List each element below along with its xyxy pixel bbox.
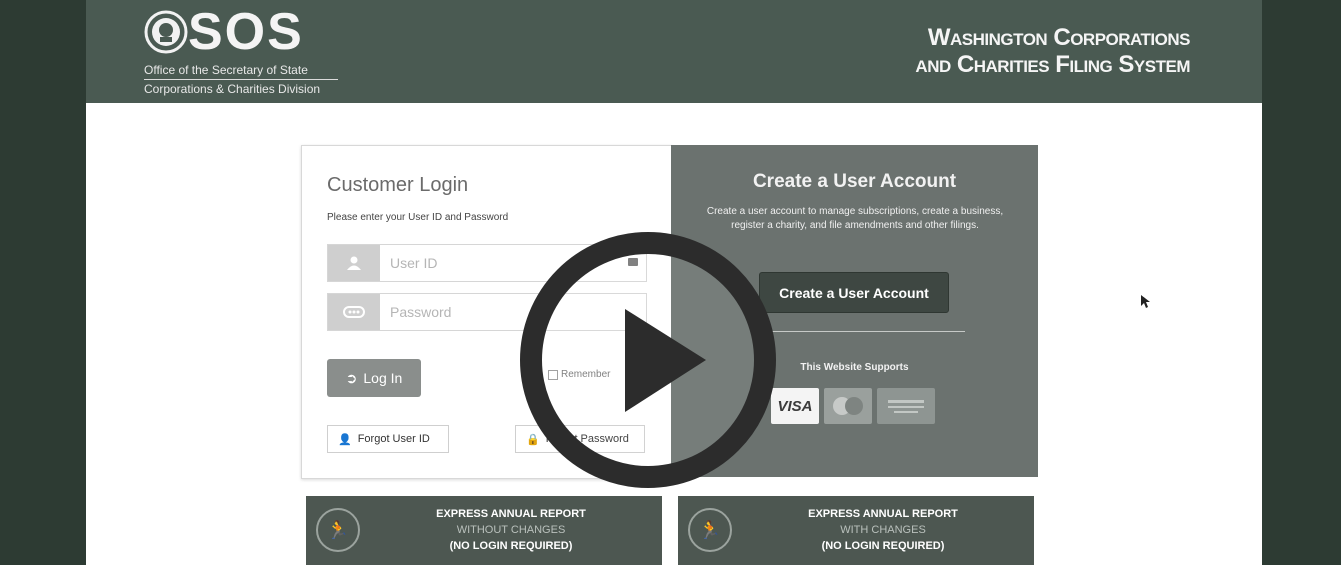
login-button-label: Log In bbox=[363, 370, 403, 386]
mouse-cursor-icon bbox=[1141, 295, 1150, 308]
tile-text: EXPRESS ANNUAL REPORT WITHOUT CHANGES (N… bbox=[376, 506, 646, 554]
tile-title: EXPRESS ANNUAL REPORT bbox=[436, 508, 586, 520]
logo-divider bbox=[144, 79, 338, 80]
runner-icon: 🏃 bbox=[316, 508, 360, 552]
create-account-title: Create a User Account bbox=[752, 171, 957, 192]
header: SOS Office of the Secretary of State Cor… bbox=[86, 0, 1262, 103]
mastercard-card-icon bbox=[824, 388, 872, 424]
play-icon bbox=[520, 232, 776, 488]
system-title-line1: Washington Corporations bbox=[927, 24, 1191, 51]
create-account-button[interactable]: Create a User Account bbox=[759, 272, 949, 313]
forgot-user-id-label: Forgot User ID bbox=[357, 433, 430, 445]
system-title: Washington Corporations and Charities Fi… bbox=[915, 24, 1190, 78]
tile-subtitle: WITH CHANGES bbox=[840, 524, 926, 536]
login-arrow-icon: ➲ bbox=[345, 369, 358, 386]
tile-note: (NO LOGIN REQUIRED) bbox=[821, 540, 945, 552]
user-icon bbox=[328, 245, 380, 281]
user-icon: 👤 bbox=[338, 433, 352, 446]
express-annual-report-with-changes-tile[interactable]: 🏃 EXPRESS ANNUAL REPORT WITH CHANGES (NO… bbox=[678, 496, 1034, 565]
system-title-line2: and Charities Filing System bbox=[915, 51, 1190, 78]
tile-subtitle: WITHOUT CHANGES bbox=[456, 524, 566, 536]
forgot-user-id-button[interactable]: 👤 Forgot User ID bbox=[327, 425, 449, 453]
password-icon bbox=[328, 294, 380, 330]
divider bbox=[753, 331, 965, 332]
frame-right bbox=[1262, 0, 1341, 565]
runner-icon: 🏃 bbox=[688, 508, 732, 552]
frame-left bbox=[0, 0, 86, 565]
logo-word: SOS bbox=[188, 3, 304, 61]
logo-subtitle-office: Office of the Secretary of State bbox=[144, 63, 308, 77]
login-title: Customer Login bbox=[327, 174, 469, 196]
tile-text: EXPRESS ANNUAL REPORT WITH CHANGES (NO L… bbox=[748, 506, 1018, 554]
amex-card-icon bbox=[877, 388, 935, 424]
tile-title: EXPRESS ANNUAL REPORT bbox=[808, 508, 958, 520]
video-play-button[interactable] bbox=[513, 225, 783, 495]
express-annual-report-without-changes-tile[interactable]: 🏃 EXPRESS ANNUAL REPORT WITHOUT CHANGES … bbox=[306, 496, 662, 565]
sos-logo[interactable]: SOS Office of the Secretary of State Cor… bbox=[144, 3, 404, 100]
tile-note: (NO LOGIN REQUIRED) bbox=[449, 540, 573, 552]
login-button[interactable]: ➲ Log In bbox=[327, 359, 421, 397]
state-seal-icon bbox=[144, 10, 188, 54]
logo-subtitle-division: Corporations & Charities Division bbox=[144, 82, 321, 96]
login-instructions: Please enter your User ID and Password bbox=[327, 212, 509, 223]
